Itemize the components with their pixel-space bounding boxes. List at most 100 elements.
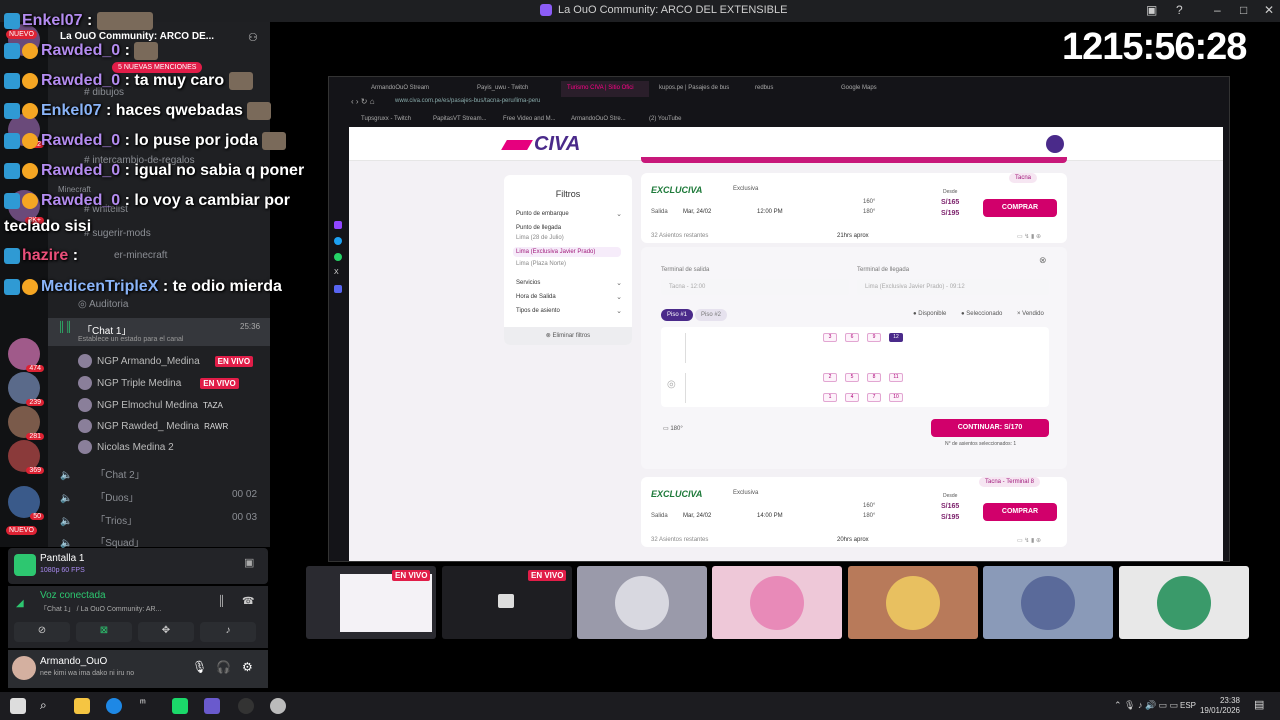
filter-option[interactable]: Lima (28 de Julio) (516, 235, 564, 241)
browser-tab[interactable]: Payis_uwu - Twitch (471, 81, 534, 97)
server-icon[interactable]: 281 (8, 406, 44, 440)
voice-member[interactable]: NGP Armando_Medina EN VIVO (78, 354, 254, 368)
filter-option[interactable]: Lima (Plaza Norte) (516, 261, 566, 267)
filter-services[interactable]: Servicios (516, 280, 540, 286)
signal-icon[interactable]: ◢ (16, 598, 24, 609)
screen-share-button[interactable]: ⊠ (76, 622, 132, 642)
voice-channel-active[interactable]: ║║ 「Chat 1」 25:36 Establece un estado pa… (48, 318, 270, 346)
twitch-icon[interactable] (334, 221, 342, 229)
maximize-button[interactable]: □ (1240, 3, 1247, 17)
browser-icon[interactable] (270, 698, 286, 714)
seat[interactable]: 5 (845, 373, 859, 382)
participant-tile[interactable] (577, 566, 707, 639)
activities-button[interactable]: ✥ (138, 622, 194, 642)
filter-boarding[interactable]: Punto de embarque (516, 211, 569, 217)
discord-taskbar-icon[interactable] (204, 698, 220, 714)
filter-departure-time[interactable]: Hora de Salida (516, 294, 556, 300)
from-terminal-field[interactable]: Tacna - 12:00 (661, 279, 849, 295)
bookmark[interactable]: PapitasVT Stream... (433, 116, 487, 122)
seat[interactable]: 4 (845, 393, 859, 402)
browser-tab-active[interactable]: Turismo CIVA | Sitio Ofici (561, 81, 649, 97)
voice-member[interactable]: NGP Rawded_ Medina RAWR (78, 419, 228, 433)
bookmark[interactable]: (2) YouTube (649, 116, 681, 122)
stream-thumbnail[interactable]: EN VIVO (442, 566, 572, 639)
buy-button[interactable]: COMPRAR (983, 503, 1057, 521)
seat[interactable]: 9 (867, 333, 881, 342)
app-icon[interactable]: ᵐ (140, 698, 156, 714)
chevron-down-icon[interactable]: ⌄ (616, 279, 622, 287)
channel-minecraft[interactable]: er-minecraft (114, 250, 167, 261)
participant-tile[interactable] (1119, 566, 1249, 639)
clock[interactable]: 23:38 19/01/2026 (1200, 696, 1240, 716)
channel-sugerir-mods[interactable]: # sugerir-mods (84, 228, 151, 239)
server-icon[interactable]: 50 (8, 486, 44, 520)
search-icon[interactable]: ⌕ (40, 698, 56, 714)
avatar[interactable] (12, 656, 36, 680)
filter-option-selected[interactable]: Lima (Exclusiva Javier Prado) (513, 247, 621, 257)
voice-member[interactable]: NGP Elmochul Medina TAZA (78, 398, 223, 412)
seat-selected[interactable]: 12 (889, 333, 903, 342)
civa-logo[interactable]: CIVA (501, 133, 580, 156)
browser-tab[interactable]: redbus (749, 81, 779, 97)
voice-channel-path[interactable]: 「Chat 1」 / La OuO Community: AR... (40, 604, 161, 614)
inbox-icon[interactable]: ▣ (1146, 3, 1157, 17)
user-menu-icon[interactable] (1046, 135, 1064, 153)
voice-channel-squad[interactable]: 🔈 「Squad」 (60, 534, 144, 549)
seat[interactable]: 6 (845, 333, 859, 342)
voice-channel-trios[interactable]: 🔈 「Trios」 (60, 512, 137, 527)
filter-arrival[interactable]: Punto de llegada (516, 225, 561, 231)
help-icon[interactable]: ? (1176, 3, 1183, 17)
seat[interactable]: 2 (823, 373, 837, 382)
x-icon[interactable]: X (334, 269, 339, 276)
clear-filters-button[interactable]: ⊗ Eliminar filtros (504, 327, 632, 345)
seat[interactable]: 10 (889, 393, 903, 402)
floor-2-tab[interactable]: Piso #2 (695, 309, 727, 321)
microphone-icon[interactable]: 🎙 (192, 660, 207, 674)
seat[interactable]: 3 (823, 333, 837, 342)
add-member-icon[interactable]: ⚇ (248, 31, 258, 44)
close-button[interactable]: ✕ (1264, 3, 1274, 17)
voice-member[interactable]: NGP Triple Medina EN VIVO (78, 376, 239, 390)
file-explorer-icon[interactable] (74, 698, 90, 714)
floor-1-tab[interactable]: Piso #1 (661, 309, 693, 321)
server-title[interactable]: La OuO Community: ARCO DE... (60, 31, 214, 42)
nav-buttons[interactable]: ‹ › ↻ ⌂ (351, 97, 375, 106)
bookmark[interactable]: Tupsgruxx - Twitch (361, 116, 411, 122)
buy-button[interactable]: COMPRAR (983, 199, 1057, 217)
bookmark[interactable]: Free Video and M... (503, 116, 556, 122)
seat[interactable]: 7 (867, 393, 881, 402)
noise-icon[interactable]: ║ (218, 596, 225, 607)
notification-icon[interactable]: ▤ (1254, 698, 1264, 711)
browser-tab[interactable]: Google Maps (835, 81, 883, 97)
chevron-down-icon[interactable]: ⌄ (616, 293, 622, 301)
system-tray-icons[interactable]: ⌃ 🎙 ♪ 🔊 ▭ ▭ (1114, 700, 1178, 711)
voice-channel-chat2[interactable]: 🔈 「Chat 2」 (60, 466, 145, 481)
url-bar[interactable]: www.civa.com.pe/es/pasajes-bus/tacna-per… (395, 98, 540, 104)
participant-tile[interactable] (712, 566, 842, 639)
browser-tab[interactable]: kupos.pe | Pasajes de bus (653, 81, 735, 97)
bookmark[interactable]: ArmandoOuO Stre... (571, 116, 626, 122)
camera-off-button[interactable]: ⊘ (14, 622, 70, 642)
headphones-icon[interactable]: 🎧 (216, 660, 231, 674)
disconnect-icon[interactable]: ☎ (242, 596, 254, 607)
voice-channel-duos[interactable]: 🔈 「Duos」 (60, 489, 139, 504)
minimize-button[interactable]: – (1214, 3, 1221, 17)
seat[interactable]: 11 (889, 373, 903, 382)
stop-share-icon[interactable]: ▣ (244, 556, 254, 569)
stream-thumbnail[interactable]: EN VIVO (306, 566, 436, 639)
soundboard-button[interactable]: ♪ (200, 622, 256, 642)
edge-icon[interactable] (106, 698, 122, 714)
discord-icon[interactable] (334, 285, 342, 293)
participant-tile[interactable] (848, 566, 978, 639)
server-icon[interactable]: 369 (8, 440, 44, 474)
language-indicator[interactable]: ESP (1180, 701, 1196, 710)
browser-tab[interactable]: ArmandoOuO Stream (365, 81, 435, 97)
seat[interactable]: 1 (823, 393, 837, 402)
messenger-icon[interactable] (334, 237, 342, 245)
chevron-down-icon[interactable]: ⌄ (616, 210, 622, 218)
close-icon[interactable]: ⊗ (1039, 255, 1047, 266)
gear-icon[interactable]: ⚙ (242, 660, 253, 674)
continue-button[interactable]: CONTINUAR: S/170 (931, 419, 1049, 437)
windows-start-icon[interactable] (10, 698, 26, 714)
kick-icon[interactable] (172, 698, 188, 714)
